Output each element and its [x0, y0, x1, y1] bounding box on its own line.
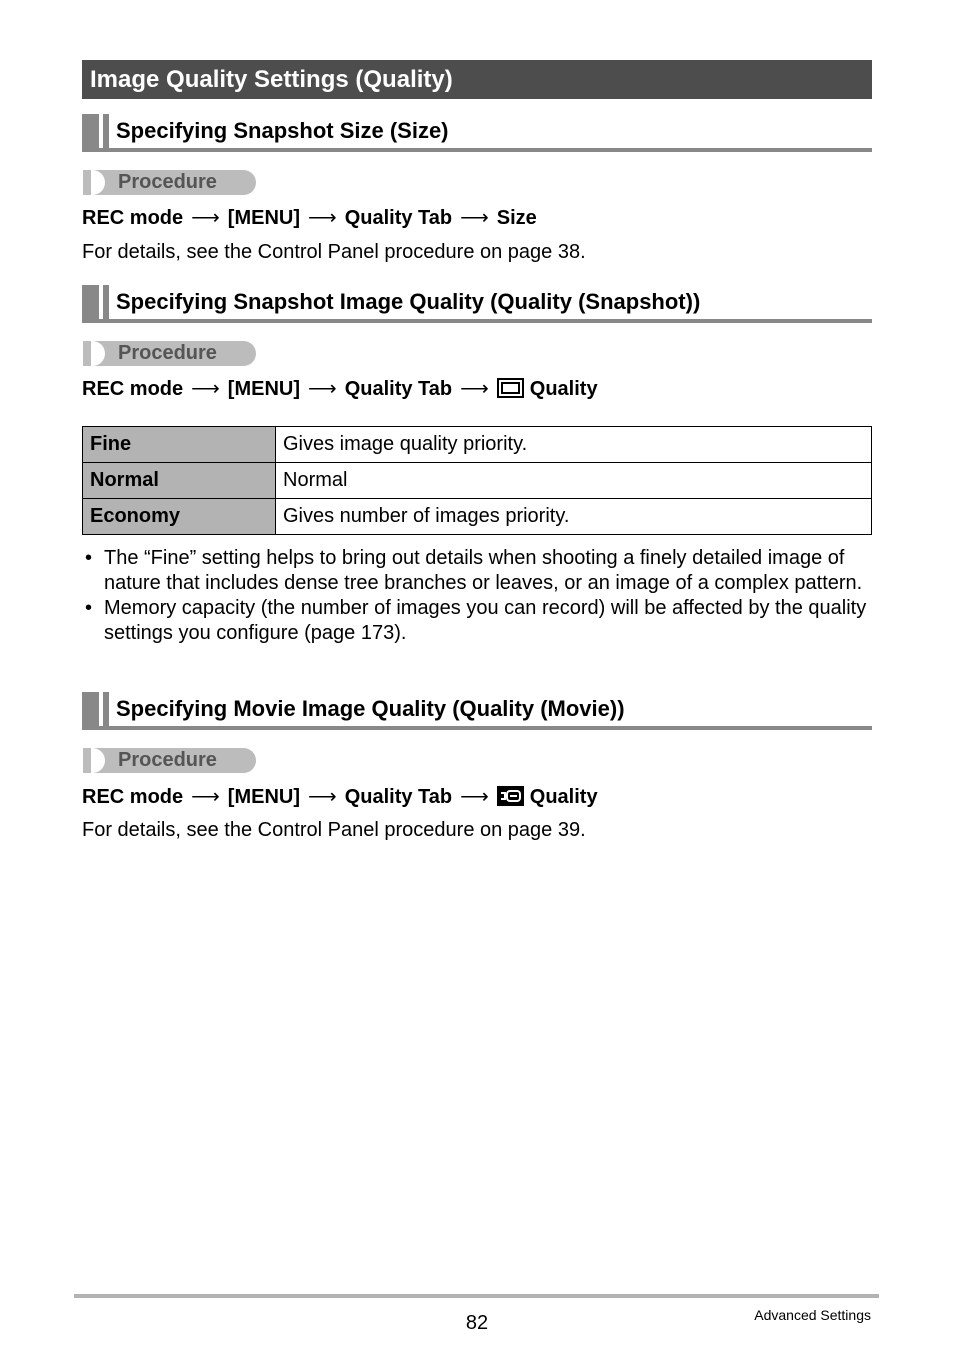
menu-path: REC mode ⟶ [MENU] ⟶ Quality Tab ⟶ Quality [82, 784, 598, 813]
path-step: Quality [529, 378, 598, 400]
quality-settings-table: Fine Gives image quality priority. Norma… [82, 426, 872, 535]
path-step: [MENU] [227, 786, 301, 808]
setting-name: Fine [82, 426, 276, 463]
footer-section-name: Advanced Settings [754, 1307, 871, 1323]
notes-list: • The “Fine” setting helps to bring out d… [82, 546, 872, 646]
bullet-icon: • [85, 547, 93, 569]
path-step: Quality [529, 786, 598, 808]
arrow-right-icon: ⟶ [308, 207, 337, 229]
table-row: Fine Gives image quality priority. [82, 426, 872, 463]
setting-description: Gives image quality priority. [275, 426, 872, 463]
procedure-label: Procedure [118, 171, 217, 193]
setting-name: Economy [82, 498, 276, 535]
note-text: For details, see the Control Panel proce… [82, 241, 586, 263]
arrow-right-icon: ⟶ [460, 207, 489, 229]
arrow-right-icon: ⟶ [191, 786, 220, 808]
arrow-right-icon: ⟶ [308, 786, 337, 808]
list-item: • The “Fine” setting helps to bring out d… [85, 547, 863, 594]
heading-bar-decoration [103, 285, 109, 319]
procedure-badge: Procedure [83, 341, 256, 366]
arrow-right-icon: ⟶ [460, 378, 489, 400]
page-heading: Image Quality Settings (Quality) [82, 60, 872, 99]
path-step: REC mode [82, 207, 184, 229]
menu-path: REC mode ⟶ [MENU] ⟶ Quality Tab ⟶ Size [82, 205, 537, 231]
section-heading-snapshot-quality: Specifying Snapshot Image Quality (Quali… [82, 285, 872, 323]
arrow-right-icon: ⟶ [308, 378, 337, 400]
heading-bar-decoration [103, 114, 109, 148]
setting-description: Normal [275, 462, 872, 499]
path-step: REC mode [82, 378, 184, 400]
footer-divider [74, 1294, 879, 1298]
path-step: Quality Tab [344, 378, 453, 400]
heading-bar-decoration [103, 692, 109, 726]
menu-path: REC mode ⟶ [MENU] ⟶ Quality Tab ⟶ Quality [82, 376, 598, 405]
heading-bar-decoration [82, 114, 99, 148]
path-step: [MENU] [227, 378, 301, 400]
procedure-badge: Procedure [83, 748, 256, 773]
heading-bar-decoration [82, 285, 99, 319]
path-step: REC mode [82, 786, 184, 808]
section-title: Specifying Snapshot Image Quality (Quali… [116, 289, 701, 314]
heading-bar-decoration [82, 692, 99, 726]
procedure-badge: Procedure [83, 170, 256, 195]
table-row: Economy Gives number of images priority. [82, 498, 872, 535]
procedure-label: Procedure [118, 749, 217, 771]
procedure-label: Procedure [118, 342, 217, 364]
arrow-right-icon: ⟶ [191, 207, 220, 229]
movie-quality-icon [496, 786, 524, 813]
section-title: Specifying Snapshot Size (Size) [116, 118, 449, 143]
path-step: [MENU] [227, 207, 301, 229]
path-step: Quality Tab [344, 786, 453, 808]
snapshot-quality-icon [496, 378, 524, 405]
section-title: Specifying Movie Image Quality (Quality … [116, 696, 625, 721]
bullet-icon: • [85, 597, 93, 619]
setting-description: Gives number of images priority. [275, 498, 872, 535]
section-heading-snapshot-size: Specifying Snapshot Size (Size) [82, 114, 872, 152]
path-step: Quality Tab [344, 207, 453, 229]
note-text: For details, see the Control Panel proce… [82, 819, 586, 841]
arrow-right-icon: ⟶ [460, 786, 489, 808]
section-heading-movie-quality: Specifying Movie Image Quality (Quality … [82, 692, 872, 730]
path-step: Size [496, 207, 537, 229]
setting-name: Normal [82, 462, 276, 499]
table-row: Normal Normal [82, 462, 872, 499]
arrow-right-icon: ⟶ [191, 378, 220, 400]
list-item: • Memory capacity (the number of images y… [85, 597, 867, 644]
